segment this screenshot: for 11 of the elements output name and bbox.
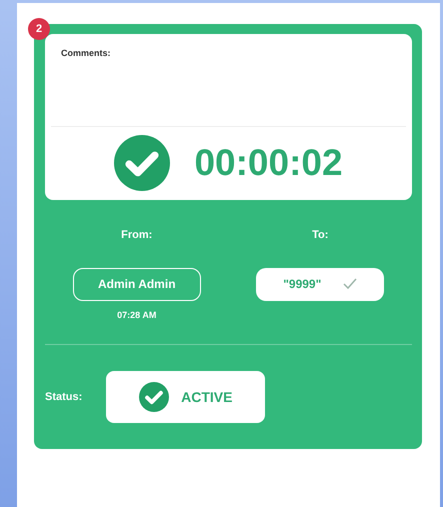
to-field[interactable]: "9999"	[256, 268, 384, 300]
comments-label: Comments:	[61, 48, 111, 58]
from-time: 07:28 AM	[117, 308, 156, 322]
status-label: Status:	[45, 390, 82, 405]
check-icon	[139, 382, 170, 412]
to-label: To:	[312, 228, 328, 243]
user-button[interactable]: Admin Admin	[72, 268, 201, 300]
status-button[interactable]: ACTIVE	[106, 371, 266, 423]
notification-badge: 2	[28, 18, 50, 40]
timer-text: 00:00:02	[194, 141, 343, 186]
from-label: From:	[121, 228, 152, 243]
